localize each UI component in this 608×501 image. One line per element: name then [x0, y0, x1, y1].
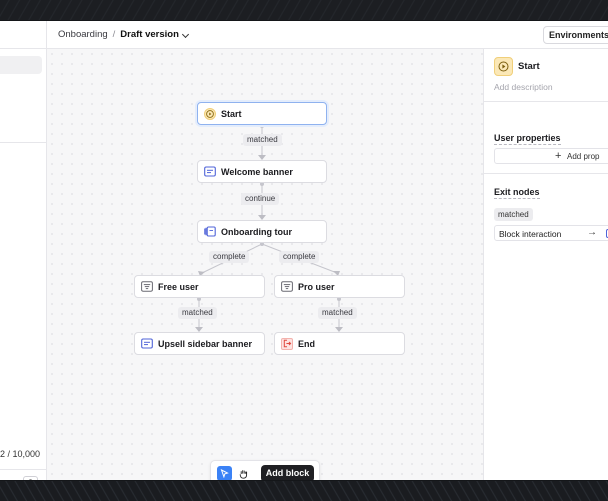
flow-node-upsell-sidebar-banner[interactable]: Upsell sidebar banner	[134, 332, 265, 355]
flow-node-label: Welcome banner	[221, 166, 293, 177]
play-icon	[494, 57, 513, 76]
flow-node-free-user[interactable]: Free user	[134, 275, 265, 298]
inspector-divider	[484, 101, 608, 102]
tour-icon	[204, 226, 216, 238]
inspector-panel: Start Add description User properties + …	[483, 49, 608, 480]
flow-node-label: End	[298, 338, 315, 349]
help-button[interactable]: ?	[23, 476, 38, 480]
add-property-button[interactable]: + Add prop	[494, 148, 608, 164]
flow-node-label: Pro user	[298, 281, 335, 292]
exit-condition-badge: matched	[494, 208, 533, 221]
left-panel-footer-divider	[0, 469, 46, 470]
usage-count: 2 / 10,000	[0, 449, 41, 459]
canvas-toolbar: Add block	[210, 460, 320, 480]
background-frame-top	[0, 0, 608, 20]
add-block-button[interactable]: Add block	[261, 465, 314, 480]
background-frame-bottom	[0, 481, 608, 501]
flow-node-label: Start	[221, 108, 242, 119]
environments-button[interactable]: Environments	[543, 26, 608, 44]
inspector-title: Start	[518, 61, 540, 72]
flow-canvas[interactable]: matched continue complete complete match…	[47, 49, 483, 480]
exit-action-label: Block interaction	[499, 229, 562, 239]
flow-node-label: Onboarding tour	[221, 226, 292, 237]
exit-nodes-heading: Exit nodes	[494, 187, 540, 199]
banner-icon	[204, 166, 216, 178]
flow-node-label: Free user	[158, 281, 199, 292]
version-dropdown-label: Draft version	[120, 29, 179, 40]
left-panel: 2 / 10,000 ?	[0, 49, 47, 480]
pointer-tool-button[interactable]	[217, 466, 232, 480]
edge-label-tour-free[interactable]: complete	[209, 251, 250, 263]
version-dropdown[interactable]: Draft version	[120, 29, 189, 40]
flow-node-welcome-banner[interactable]: Welcome banner	[197, 160, 327, 183]
breadcrumb-parent-link[interactable]: Onboarding	[58, 29, 108, 40]
user-properties-heading: User properties	[494, 133, 561, 145]
description-field[interactable]: Add description	[494, 82, 553, 92]
edge-label-free-upsell[interactable]: matched	[178, 307, 217, 319]
add-property-label: Add prop	[567, 152, 600, 161]
left-panel-selected-item[interactable]	[0, 56, 42, 74]
flow-node-pro-user[interactable]: Pro user	[274, 275, 405, 298]
app-window: Onboarding / Draft version Environments …	[0, 21, 608, 480]
chevron-down-icon	[181, 30, 189, 39]
hand-icon	[239, 469, 248, 479]
arrow-right-icon: →	[587, 227, 597, 238]
edge-label-tour-pro[interactable]: complete	[279, 251, 320, 263]
plus-icon: +	[555, 150, 562, 162]
top-bar: Onboarding / Draft version Environments	[0, 21, 608, 49]
flow-node-start[interactable]: Start	[197, 102, 327, 125]
filter-icon	[281, 281, 293, 293]
hand-tool-button[interactable]	[236, 466, 251, 480]
edge-label-welcome-tour[interactable]: continue	[241, 193, 280, 205]
flow-node-onboarding-tour[interactable]: Onboarding tour	[197, 220, 327, 243]
banner-icon	[141, 338, 153, 350]
flow-node-end[interactable]: End	[274, 332, 405, 355]
exit-node-row[interactable]: Block interaction →	[494, 225, 608, 241]
pointer-icon	[220, 469, 229, 478]
inspector-divider	[484, 173, 608, 174]
play-icon	[204, 107, 216, 120]
breadcrumb-separator: /	[112, 29, 116, 40]
left-panel-divider	[0, 142, 46, 143]
breadcrumb: Onboarding / Draft version	[58, 29, 189, 40]
filter-icon	[141, 281, 153, 293]
exit-icon	[281, 337, 293, 350]
edge-label-start-welcome[interactable]: matched	[243, 134, 282, 146]
flow-node-label: Upsell sidebar banner	[158, 338, 253, 349]
edge-label-pro-end[interactable]: matched	[318, 307, 357, 319]
top-bar-divider	[46, 21, 47, 49]
